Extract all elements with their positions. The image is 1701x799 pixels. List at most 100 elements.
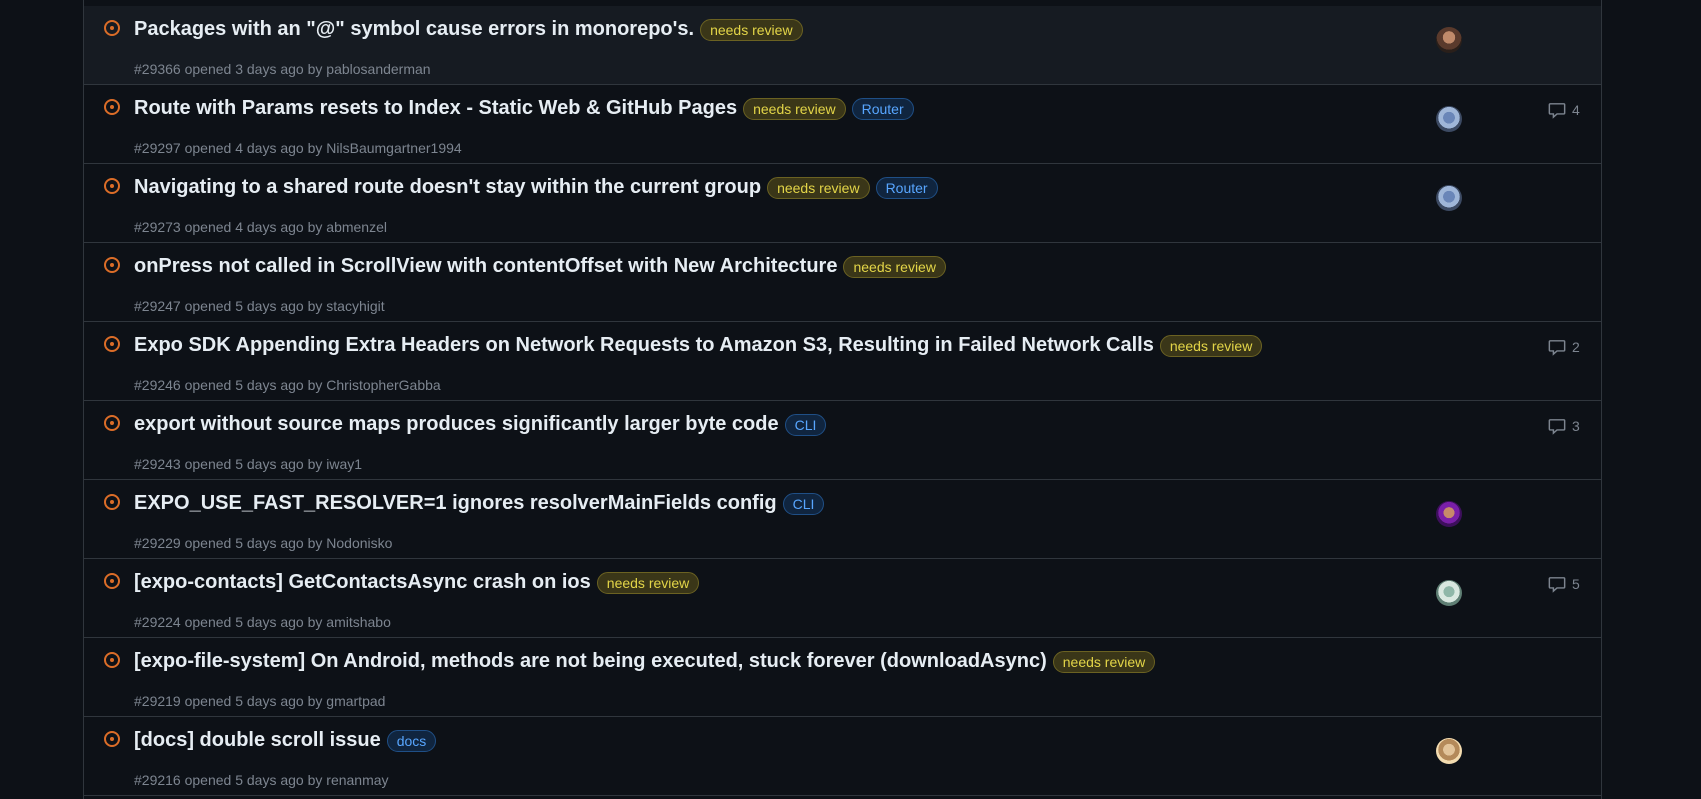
issue-label[interactable]: needs review — [1052, 650, 1156, 673]
issue-title-line: export without source maps produces sign… — [134, 413, 827, 436]
issue-meta: #29229 opened 5 days ago by Nodonisko — [134, 535, 392, 551]
issue-label[interactable]: needs review — [1159, 334, 1263, 357]
issue-meta: #29224 opened 5 days ago by amitshabo — [134, 614, 391, 630]
issue-meta: #29246 opened 5 days ago by ChristopherG… — [134, 377, 441, 393]
issue-title-link[interactable]: [expo-contacts] GetContactsAsync crash o… — [134, 571, 591, 594]
issue-label[interactable]: needs review — [843, 255, 946, 278]
issue-meta: #29243 opened 5 days ago by iway1 — [134, 456, 362, 472]
issue-author-link[interactable]: abmenzel — [326, 219, 387, 235]
issue-meta-text: #29297 opened 4 days ago by — [134, 140, 327, 156]
issue-title-link[interactable]: onPress not called in ScrollView with co… — [134, 255, 837, 278]
issue-title-link[interactable]: export without source maps produces sign… — [134, 413, 779, 436]
issue-row[interactable]: [docs] double scroll issue docs #29216 ope… — [84, 717, 1601, 796]
issue-title-line: EXPO_USE_FAST_RESOLVER=1 ignores resolve… — [134, 492, 825, 515]
issue-meta: #29247 opened 5 days ago by stacyhigit — [134, 298, 385, 314]
issue-meta-text: #29216 opened 5 days ago by — [134, 772, 327, 788]
issue-meta: #29216 opened 5 days ago by renanmay — [134, 772, 389, 788]
issue-author-link[interactable]: iway1 — [326, 456, 362, 472]
issue-title-link[interactable]: Packages with an "@" symbol cause errors… — [134, 18, 694, 41]
issue-label[interactable]: CLI — [784, 413, 827, 436]
issue-author-link[interactable]: NilsBaumgartner1994 — [326, 140, 461, 156]
assignee-avatar[interactable] — [1436, 501, 1462, 527]
issue-author-link[interactable]: ChristopherGabba — [326, 377, 440, 393]
issue-meta-text: #29273 opened 4 days ago by — [134, 219, 327, 235]
issue-title-line: [expo-contacts] GetContactsAsync crash o… — [134, 571, 700, 594]
issue-author-link[interactable]: pablosanderman — [326, 61, 430, 77]
issue-meta-text: #29229 opened 5 days ago by — [134, 535, 327, 551]
issue-title-link[interactable]: Expo SDK Appending Extra Headers on Netw… — [134, 334, 1154, 357]
issue-label[interactable]: docs — [386, 729, 437, 752]
comment-count: 2 — [1572, 339, 1580, 355]
assignee-avatar[interactable] — [1436, 106, 1462, 132]
issues-list: Packages with an "@" symbol cause errors… — [83, 0, 1602, 799]
issue-meta: #29297 opened 4 days ago by NilsBaumgart… — [134, 140, 462, 156]
assignee-avatar[interactable] — [1436, 738, 1462, 764]
comments-link[interactable]: 4 — [1548, 101, 1580, 119]
issue-open-icon — [104, 257, 120, 273]
comment-icon — [1548, 340, 1566, 356]
issue-meta-text: #29219 opened 5 days ago by — [134, 693, 327, 709]
issue-row[interactable]: onPress not called in ScrollView with co… — [84, 243, 1601, 322]
issue-row[interactable]: EXPO_USE_FAST_RESOLVER=1 ignores resolve… — [84, 480, 1601, 559]
issue-meta-text: #29243 opened 5 days ago by — [134, 456, 327, 472]
issue-open-icon — [104, 573, 120, 589]
issue-open-icon — [104, 652, 120, 668]
issue-label[interactable]: Router — [875, 176, 938, 199]
issue-label[interactable]: needs review — [700, 18, 803, 41]
comments-link[interactable]: 3 — [1548, 417, 1580, 435]
issue-row[interactable]: [expo-file-system] On Android, methods a… — [84, 638, 1601, 717]
comment-count: 5 — [1572, 576, 1580, 592]
issue-author-link[interactable]: renanmay — [326, 772, 388, 788]
issue-row[interactable]: Expo SDK Appending Extra Headers on Netw… — [84, 322, 1601, 401]
assignee-avatar[interactable] — [1436, 27, 1462, 53]
issue-meta: #29366 opened 3 days ago by pablosanderm… — [134, 61, 431, 77]
comment-icon — [1548, 577, 1566, 593]
comment-count: 4 — [1572, 102, 1580, 118]
issue-title-line: Route with Params resets to Index - Stat… — [134, 97, 914, 120]
comments-link[interactable]: 2 — [1548, 338, 1580, 356]
issue-row[interactable]: export without source maps produces sign… — [84, 401, 1601, 480]
issue-open-icon — [104, 20, 120, 36]
issue-open-icon — [104, 415, 120, 431]
issue-author-link[interactable]: stacyhigit — [326, 298, 384, 314]
issue-title-link[interactable]: EXPO_USE_FAST_RESOLVER=1 ignores resolve… — [134, 492, 777, 515]
issue-title-link[interactable]: [expo-file-system] On Android, methods a… — [134, 650, 1047, 673]
issue-title-line: [expo-file-system] On Android, methods a… — [134, 650, 1156, 673]
issue-row[interactable]: Packages with an "@" symbol cause errors… — [84, 6, 1601, 85]
issue-row[interactable]: Navigating to a shared route doesn't sta… — [84, 164, 1601, 243]
comment-icon — [1548, 103, 1566, 119]
comment-count: 3 — [1572, 418, 1580, 434]
issue-meta-text: #29246 opened 5 days ago by — [134, 377, 327, 393]
issue-label[interactable]: needs review — [596, 571, 700, 594]
issue-meta-text: #29224 opened 5 days ago by — [134, 614, 327, 630]
issue-title-line: Expo SDK Appending Extra Headers on Netw… — [134, 334, 1263, 357]
issue-title-link[interactable]: Route with Params resets to Index - Stat… — [134, 97, 737, 120]
issue-author-link[interactable]: amitshabo — [326, 614, 391, 630]
issue-open-icon — [104, 178, 120, 194]
issue-title-line: [docs] double scroll issue docs — [134, 729, 437, 752]
issue-meta-text: #29366 opened 3 days ago by — [134, 61, 327, 77]
issue-label[interactable]: CLI — [782, 492, 825, 515]
comments-link[interactable]: 5 — [1548, 575, 1580, 593]
issue-author-link[interactable]: Nodonisko — [326, 535, 392, 551]
issue-meta: #29273 opened 4 days ago by abmenzel — [134, 219, 387, 235]
issue-author-link[interactable]: gmartpad — [326, 693, 385, 709]
comment-icon — [1548, 419, 1566, 435]
issue-open-icon — [104, 494, 120, 510]
issue-title-link[interactable]: [docs] double scroll issue — [134, 729, 381, 752]
issue-row[interactable]: Route with Params resets to Index - Stat… — [84, 85, 1601, 164]
issue-row[interactable]: [expo-contacts] GetContactsAsync crash o… — [84, 559, 1601, 638]
assignee-avatar[interactable] — [1436, 580, 1462, 606]
issue-meta: #29219 opened 5 days ago by gmartpad — [134, 693, 385, 709]
assignee-avatar[interactable] — [1436, 185, 1462, 211]
issue-open-icon — [104, 99, 120, 115]
issue-label[interactable]: needs review — [767, 176, 870, 199]
issue-title-line: Navigating to a shared route doesn't sta… — [134, 176, 938, 199]
issue-open-icon — [104, 336, 120, 352]
issue-title-line: Packages with an "@" symbol cause errors… — [134, 18, 803, 41]
issue-label[interactable]: Router — [851, 97, 914, 120]
issue-open-icon — [104, 731, 120, 747]
issue-title-line: onPress not called in ScrollView with co… — [134, 255, 946, 278]
issue-label[interactable]: needs review — [743, 97, 846, 120]
issue-title-link[interactable]: Navigating to a shared route doesn't sta… — [134, 176, 761, 199]
